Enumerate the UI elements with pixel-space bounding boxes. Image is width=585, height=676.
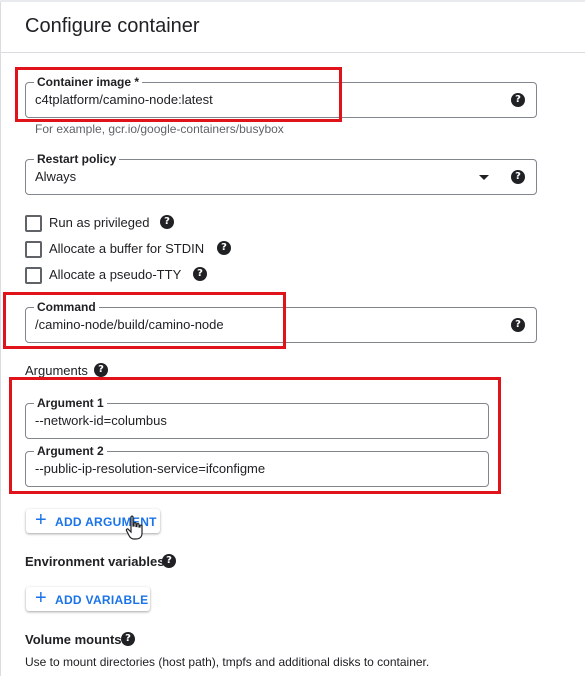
hand-cursor-icon	[125, 515, 143, 540]
highlight-box-arguments	[9, 377, 501, 494]
panel-top-border	[0, 0, 585, 2]
restart-policy-label: Restart policy	[34, 152, 120, 166]
help-icon[interactable]: ?	[94, 363, 108, 377]
panel-border	[0, 0, 1, 676]
environment-variables-heading: Environment variables	[25, 554, 165, 569]
plus-icon: +	[35, 509, 47, 531]
highlight-box-command	[3, 292, 286, 349]
help-icon[interactable]: ?	[511, 318, 525, 332]
add-variable-label: ADD VARIABLE	[55, 593, 149, 607]
checkbox-run-privileged[interactable]: Run as privileged ?	[25, 215, 205, 233]
dropdown-arrow-icon[interactable]	[479, 175, 489, 180]
restart-policy-value[interactable]: Always	[35, 169, 76, 184]
volume-mounts-description: Use to mount directories (host path), tm…	[25, 655, 430, 669]
page-title: Configure container	[25, 15, 200, 37]
checkbox-box[interactable]	[25, 215, 42, 232]
title-divider	[1, 52, 585, 53]
checkbox-box[interactable]	[25, 267, 42, 284]
help-icon[interactable]: ?	[511, 93, 525, 107]
checkbox-label: Allocate a pseudo-TTY	[49, 267, 182, 282]
checkbox-allocate-stdin[interactable]: Allocate a buffer for STDIN ?	[25, 241, 245, 259]
checkbox-box[interactable]	[25, 241, 42, 258]
plus-icon: +	[35, 587, 47, 609]
help-icon[interactable]: ?	[217, 241, 231, 255]
highlight-box-container-image	[15, 67, 342, 122]
help-icon[interactable]: ?	[511, 170, 525, 184]
restart-policy-select[interactable]: Restart policy Always ?	[25, 152, 537, 195]
container-image-hint: For example, gcr.io/google-containers/bu…	[35, 122, 284, 136]
add-variable-button[interactable]: + ADD VARIABLE	[26, 587, 150, 611]
help-icon[interactable]: ?	[162, 554, 176, 568]
help-icon[interactable]: ?	[193, 267, 207, 281]
checkbox-label: Run as privileged	[49, 215, 150, 230]
arguments-heading: Arguments	[25, 363, 88, 378]
help-icon[interactable]: ?	[121, 632, 135, 646]
checkbox-label: Allocate a buffer for STDIN	[49, 241, 205, 256]
volume-mounts-heading: Volume mounts	[25, 632, 122, 647]
checkbox-pseudo-tty[interactable]: Allocate a pseudo-TTY ?	[25, 267, 225, 285]
help-icon[interactable]: ?	[160, 215, 174, 229]
